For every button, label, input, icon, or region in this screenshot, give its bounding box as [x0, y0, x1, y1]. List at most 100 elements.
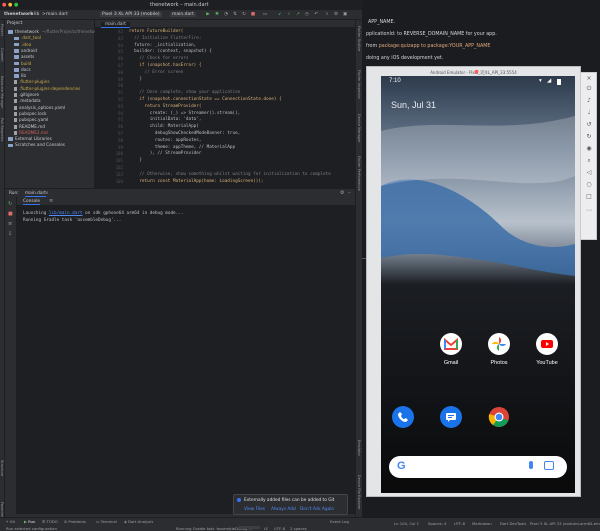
maximize-window-icon[interactable]: ●: [14, 2, 18, 8]
home-icon[interactable]: ○: [585, 181, 593, 189]
volume-down-icon[interactable]: ♩: [585, 109, 593, 117]
stop-icon[interactable]: ■: [8, 211, 13, 217]
microphone-icon[interactable]: [529, 461, 533, 469]
app-youtube[interactable]: YouTube: [527, 333, 567, 366]
tool-tab-flutter-outline[interactable]: Flutter Outline: [357, 26, 361, 51]
project-tree-item[interactable]: README2.md: [14, 130, 48, 135]
overview-icon[interactable]: □: [585, 193, 593, 201]
project-tree-item[interactable]: .dart_tool: [14, 35, 41, 40]
debug-icon[interactable]: ✱: [214, 12, 220, 18]
history-icon[interactable]: ◷: [304, 12, 310, 18]
profile-icon[interactable]: ◔: [223, 12, 229, 18]
dock-chrome[interactable]: [479, 406, 519, 428]
project-tree-item[interactable]: .gitignore: [14, 92, 39, 97]
project-tree-item[interactable]: thenetwork ~/flutterProjects/thenetwork: [8, 29, 101, 34]
stop-icon[interactable]: ■: [250, 12, 256, 18]
tool-tab-flutter-inspector[interactable]: Flutter Inspector: [357, 70, 361, 99]
zoom-icon[interactable]: ⌕: [585, 157, 593, 165]
project-tree-item[interactable]: docs: [14, 67, 31, 72]
project-tree-item[interactable]: Scratches and Consoles: [8, 142, 65, 147]
status-indent[interactable]: 2 spaces: [290, 526, 307, 531]
rotate-left-icon[interactable]: ↺: [585, 121, 593, 129]
project-tree-item[interactable]: .idea: [14, 42, 31, 47]
breadcrumb-lib[interactable]: lib: [34, 12, 39, 17]
sdk-manager-icon[interactable]: ▣: [342, 12, 348, 18]
status-spaces[interactable]: Spaces: 4: [428, 521, 446, 526]
project-tree-item[interactable]: .metadata: [14, 98, 41, 104]
project-tree-item[interactable]: pubspec.lock: [14, 111, 46, 116]
google-search-bar[interactable]: G: [389, 456, 567, 478]
status-devtools[interactable]: Dart DevTools: [500, 521, 526, 526]
project-tree-item[interactable]: assets: [14, 54, 34, 59]
status-position[interactable]: Ln 104, Col 1: [394, 521, 419, 526]
project-tree-item[interactable]: android: [14, 48, 37, 53]
project-panel-title[interactable]: Project: [7, 21, 22, 26]
event-log-tab[interactable]: Event Log: [330, 519, 349, 524]
tool-tab-flutter-performance[interactable]: Flutter Performance: [357, 156, 361, 191]
dock-messages[interactable]: [431, 406, 471, 428]
reload-icon[interactable]: ↻: [241, 12, 247, 18]
power-icon[interactable]: ⏻: [585, 85, 593, 93]
tool-tab-structure[interactable]: Structure: [0, 460, 4, 476]
tool-tab-device-manager[interactable]: Device Manager: [357, 114, 361, 142]
bottom-tab-terminal[interactable]: ▭ Terminal: [96, 519, 117, 524]
tool-tab-favorites[interactable]: Favorites: [0, 502, 4, 518]
run-config-selector[interactable]: main.dart: [170, 12, 196, 17]
bottom-tab-git[interactable]: ⑂ Git: [6, 519, 15, 524]
tool-tab-project[interactable]: Project: [0, 24, 4, 36]
code-editor[interactable]: main.dart 82 return FutureBuilder(83 // I…: [95, 20, 355, 188]
project-tree-item[interactable]: analysis_options.yaml: [14, 105, 65, 110]
project-tree-item[interactable]: README.md: [14, 124, 45, 129]
devices-icon[interactable]: ▭: [262, 12, 268, 18]
git-commit-icon[interactable]: ✓: [286, 12, 292, 18]
dock-phone[interactable]: [383, 406, 423, 428]
rerun-icon[interactable]: ↻: [8, 201, 12, 207]
project-tree-item[interactable]: pubspec.yaml: [14, 117, 48, 123]
tool-tab-resource-manager[interactable]: Resource Manager: [0, 76, 4, 109]
project-tree-item[interactable]: .flutter-plugins-dependencies: [14, 86, 80, 91]
device-selector[interactable]: Pixel 3 XL API 33 (mobile): [100, 12, 162, 17]
editor-tab-main-dart[interactable]: main.dart: [101, 21, 130, 28]
minimize-window-icon[interactable]: ●: [376, 69, 589, 75]
settings-icon[interactable]: ⚙: [333, 12, 339, 18]
view-files-link[interactable]: View Files: [244, 507, 265, 512]
always-add-link[interactable]: Always Add: [271, 507, 296, 512]
status-encoding[interactable]: UTF-8: [274, 526, 285, 531]
console-tab[interactable]: Console: [23, 199, 41, 205]
attach-icon[interactable]: ⇅: [232, 12, 238, 18]
rollback-icon[interactable]: ↶: [313, 12, 319, 18]
bottom-tab-problems[interactable]: ⊘ Problems: [64, 519, 86, 524]
tool-tab-emulator[interactable]: Emulator: [357, 440, 361, 456]
back-icon[interactable]: ◁: [585, 169, 593, 177]
tool-tab-pull-requests[interactable]: Pull Requests: [0, 118, 4, 141]
tool-tab-device-file-explorer[interactable]: Device File Explorer: [357, 475, 361, 510]
bottom-tab-todo[interactable]: ☰ TODO: [42, 519, 58, 524]
rotate-right-icon[interactable]: ↻: [585, 133, 593, 141]
bottom-tab-run[interactable]: ▶ Run: [24, 519, 35, 524]
scroll-end-icon[interactable]: ⇩: [8, 231, 12, 237]
project-tree-item[interactable]: External Libraries: [8, 136, 52, 141]
close-icon[interactable]: ×: [585, 75, 593, 83]
screenshot-icon[interactable]: ◉: [585, 145, 593, 153]
breadcrumb-file[interactable]: main.dart: [46, 12, 68, 17]
app-photos[interactable]: Photos: [479, 333, 519, 366]
more-icon[interactable]: ⋯: [585, 207, 593, 215]
status-device[interactable]: Pixel 3 XL API 33 (android-arm64-emulato…: [530, 521, 600, 526]
settings-icon[interactable]: ⚙: [340, 190, 344, 196]
console-output[interactable]: Console ≡ Launching lib/main.dart on sdk…: [17, 197, 355, 514]
search-everywhere-icon[interactable]: ⌕: [324, 12, 330, 18]
status-line-sep[interactable]: LF: [264, 526, 268, 531]
close-window-icon[interactable]: ●: [2, 2, 6, 8]
minimize-window-icon[interactable]: ●: [8, 2, 12, 8]
bottom-tab-dart-analysis[interactable]: ◈ Dart Analysis: [124, 519, 153, 524]
project-tree-item[interactable]: .flutter-plugins: [14, 79, 50, 85]
dont-ask-again-link[interactable]: Don't Ask Again: [300, 507, 334, 512]
git-update-icon[interactable]: ↙: [277, 12, 283, 18]
app-gmail[interactable]: Gmail: [431, 333, 471, 366]
project-tree-item[interactable]: build: [14, 61, 31, 66]
close-tab-icon[interactable]: ×: [45, 191, 49, 196]
run-icon[interactable]: ▶: [205, 12, 211, 18]
date-widget[interactable]: Sun, Jul 31: [391, 100, 436, 110]
tool-tab-commit[interactable]: Commit: [0, 48, 4, 62]
wrap-icon[interactable]: ≡: [8, 221, 12, 227]
